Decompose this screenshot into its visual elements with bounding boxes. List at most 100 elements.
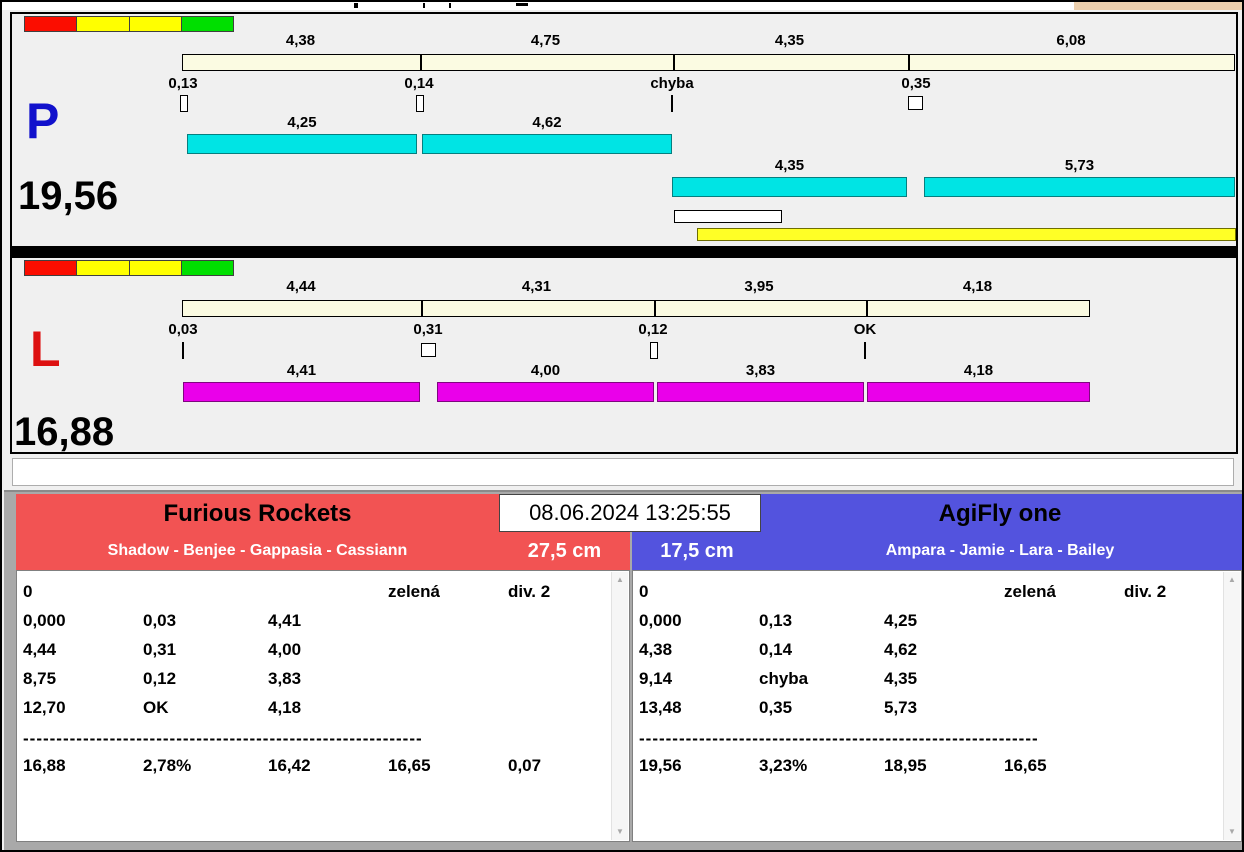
team-right-members: Ampara - Jamie - Lara - Bailey xyxy=(885,542,1115,559)
fault-checkbox[interactable] xyxy=(421,343,436,357)
ruler-tick xyxy=(654,301,656,316)
datetime-display: 08.06.2024 13:25:55 xyxy=(499,494,761,532)
cell: 0,14 xyxy=(759,640,793,659)
titlebar-mark xyxy=(516,3,528,6)
traffic-light-l xyxy=(24,260,234,276)
total-cell: 0,07 xyxy=(508,756,542,775)
cell: 8,75 xyxy=(23,669,57,688)
cell: 0,35 xyxy=(759,698,793,717)
change-marker xyxy=(416,95,424,112)
team-right-height: 17,5 cm xyxy=(660,540,734,562)
segment-bar xyxy=(924,177,1235,197)
cell: 3,83 xyxy=(268,669,302,688)
green-light xyxy=(181,261,233,275)
cell xyxy=(388,664,508,693)
cell: 4,38 xyxy=(639,640,673,659)
cell xyxy=(884,577,1004,606)
cell: div. 2 xyxy=(1124,582,1167,601)
cell xyxy=(1004,606,1124,635)
lane-letter-p: P xyxy=(26,93,60,149)
cell xyxy=(508,664,607,693)
segment-time-label: 3,83 xyxy=(745,362,776,379)
segment-bar xyxy=(672,177,907,197)
scroll-down-icon[interactable]: ▼ xyxy=(612,824,628,840)
yellow-highlight-bar xyxy=(697,228,1236,241)
cell: div. 2 xyxy=(508,582,551,601)
total-cell: 18,95 xyxy=(884,756,927,775)
green-light xyxy=(181,17,233,31)
cell: 5,73 xyxy=(884,698,918,717)
cell xyxy=(1004,693,1124,722)
cell: 12,70 xyxy=(23,698,66,717)
ruler-tick xyxy=(908,55,910,70)
cell: OK xyxy=(143,698,169,717)
team-left-height: 27,5 cm xyxy=(527,540,602,562)
cell xyxy=(388,606,508,635)
split-time-label: 4,18 xyxy=(962,278,993,295)
ruler-tick xyxy=(420,55,422,70)
cell: 4,25 xyxy=(884,611,918,630)
split-time-label: 4,75 xyxy=(530,32,561,49)
split-time-label: 4,35 xyxy=(774,32,805,49)
boundary-tick xyxy=(671,95,673,112)
segment-bar xyxy=(657,382,864,402)
change-marker xyxy=(180,95,188,112)
cell: chyba xyxy=(759,669,809,688)
cell xyxy=(1124,664,1219,693)
app-window: 4,38 4,75 4,35 6,08 0,13 0,14 chyba 0,35… xyxy=(0,0,1244,852)
team-left-name: Furious Rockets xyxy=(163,500,352,527)
cell xyxy=(268,577,388,606)
cell: 4,00 xyxy=(268,640,302,659)
cell: 0,000 xyxy=(639,611,682,630)
cell xyxy=(508,606,607,635)
team-right-name: AgiFly one xyxy=(938,500,1062,527)
cell xyxy=(508,693,607,722)
cell: 4,41 xyxy=(268,611,302,630)
scroll-up-icon[interactable]: ▲ xyxy=(1224,572,1240,588)
yellow-light xyxy=(129,261,182,275)
ok-label: OK xyxy=(853,321,877,338)
segment-bar xyxy=(187,134,417,154)
yellow-light xyxy=(129,17,182,31)
split-time-label: 4,31 xyxy=(521,278,552,295)
segment-time-label: 4,25 xyxy=(287,114,317,131)
segment-bar xyxy=(867,382,1090,402)
scroll-down-icon[interactable]: ▼ xyxy=(1224,824,1240,840)
change-time-label: 0,14 xyxy=(404,75,434,92)
titlebar-mark xyxy=(423,3,425,8)
scrollbar[interactable]: ▲ ▼ xyxy=(611,572,628,840)
cell xyxy=(1004,664,1124,693)
cell xyxy=(1124,606,1219,635)
cell: 0,12 xyxy=(143,669,177,688)
boundary-tick xyxy=(864,342,866,359)
cell xyxy=(508,635,607,664)
time-ruler-p xyxy=(182,54,1235,71)
total-time-l: 16,88 xyxy=(14,410,115,454)
cell: 0,31 xyxy=(143,640,177,659)
fault-checkbox[interactable] xyxy=(908,96,923,110)
cell: 4,62 xyxy=(884,640,918,659)
change-time-label: 0,35 xyxy=(901,75,931,92)
traffic-light-p xyxy=(24,16,234,32)
titlebar-mark xyxy=(354,3,358,8)
titlebar-strip xyxy=(2,2,1242,10)
change-time-label: 0,31 xyxy=(413,321,443,338)
change-time-label: 0,13 xyxy=(168,75,198,92)
scrollbar[interactable]: ▲ ▼ xyxy=(1223,572,1240,840)
scroll-up-icon[interactable]: ▲ xyxy=(612,572,628,588)
status-bar xyxy=(12,458,1234,486)
segment-time-label: 4,35 xyxy=(774,157,805,174)
team-left-results[interactable]: 0 zelená div. 2 0,000 0,03 4,41 4,44 0,3… xyxy=(16,570,630,842)
cell: 0 xyxy=(639,582,649,601)
cell: 0 xyxy=(23,582,33,601)
team-right-results[interactable]: 0 zelená div. 2 0,000 0,13 4,25 4,38 0,1… xyxy=(632,570,1242,842)
cell: 13,48 xyxy=(639,698,682,717)
titlebar-mark xyxy=(449,3,451,8)
time-ruler-l xyxy=(182,300,1090,317)
total-cell: 2,78% xyxy=(143,756,192,775)
total-cell: 16,42 xyxy=(268,756,311,775)
split-time-label: 6,08 xyxy=(1056,32,1086,49)
total-time-p: 19,56 xyxy=(18,174,119,218)
yellow-light xyxy=(77,17,130,31)
change-time-label: 0,03 xyxy=(168,321,198,338)
